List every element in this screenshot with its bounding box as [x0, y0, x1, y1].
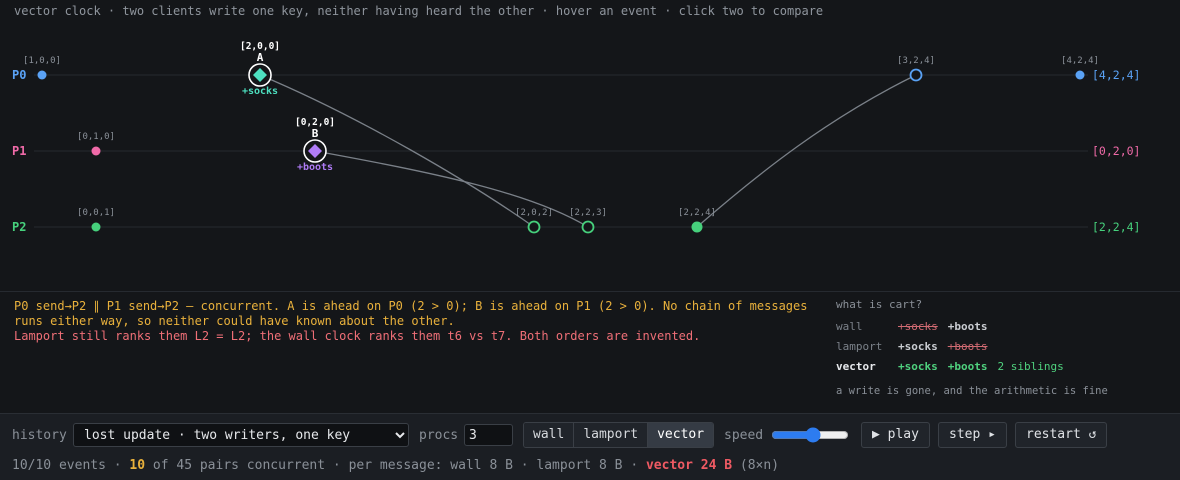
cart-row-vector: vector +socks +boots 2 siblings — [836, 360, 1166, 380]
event-vector-clock: [0,1,0] — [77, 132, 115, 142]
history-label: history — [12, 427, 67, 443]
event-vector-clock: [2,2,4] — [678, 208, 716, 218]
speed-label: speed — [724, 427, 764, 443]
concurrent-count: 10 — [129, 458, 146, 473]
event-vector-clock: [2,0,2] — [515, 208, 553, 218]
cart-item-kept: +boots — [947, 320, 988, 333]
control-bar: history lost update · two writers, one k… — [0, 413, 1180, 480]
mode-wall-button[interactable]: wall — [524, 423, 575, 447]
cart-panel: what is cart? wall +socks +boots lamport… — [836, 298, 1166, 397]
mode-vector-button[interactable]: vector — [648, 423, 714, 447]
status-line: 10/10 events · 10 of 45 pairs concurrent… — [12, 458, 780, 473]
cart-item-sibling: +boots — [947, 360, 988, 373]
event-vector-clock: [4,2,4] — [1061, 56, 1099, 66]
local-event-dot — [91, 146, 101, 156]
cart-row-label: wall — [836, 320, 863, 333]
cart-note: a write is gone, and the arithmetic is f… — [836, 385, 1108, 397]
send-event-dot — [691, 221, 703, 233]
cart-row-label: lamport — [836, 340, 883, 353]
history-select[interactable]: lost update · two writers, one key — [73, 423, 409, 447]
event-letter: B — [312, 127, 319, 140]
procs-input[interactable] — [464, 424, 513, 446]
vector-size: vector 24 B — [645, 458, 733, 473]
cart-item-sibling: +socks — [898, 360, 938, 373]
play-button[interactable]: ▶ play — [861, 422, 930, 448]
speed-slider[interactable] — [771, 427, 849, 443]
local-event-dot — [1075, 70, 1085, 80]
vector-size-note: (8×n) — [739, 458, 780, 473]
receive-event-dot — [581, 220, 595, 234]
final-vector-clock: [4,2,4] — [1092, 68, 1140, 82]
page-title: vector clock · two clients write one key… — [14, 4, 824, 18]
final-vector-clock: [0,2,0] — [1092, 144, 1140, 158]
cart-item-lost: +socks — [898, 320, 938, 333]
cart-item-lost: +boots — [947, 340, 988, 353]
event-letter: A — [257, 51, 264, 64]
spacetime-diagram: P0 [4,2,4] P1 [0,2,0] P2 [2,2,4] [1,0,0] [2,0,… — [0, 22, 1180, 290]
step-button[interactable]: step ▸ — [938, 422, 1007, 448]
receive-event-dot — [909, 68, 923, 82]
clock-mode-toggle: wall lamport vector — [523, 422, 715, 448]
spacetime-svg: P0 [4,2,4] P1 [0,2,0] P2 [2,2,4] [1,0,0] [2,0,… — [12, 41, 1140, 234]
event-write-value: +boots — [297, 162, 333, 173]
cart-item-kept: +socks — [898, 340, 938, 353]
local-event-dot — [91, 222, 101, 232]
siblings-count: 2 siblings — [997, 360, 1064, 373]
divider — [0, 291, 1180, 292]
cart-row-wall: wall +socks +boots — [836, 320, 1166, 340]
process-label: P0 — [12, 68, 26, 82]
explanation-panel: P0 send→P2 ∥ P1 send→P2 — concurrent. A … — [14, 299, 814, 344]
cart-row-label: vector — [836, 360, 876, 373]
restart-button[interactable]: restart ↺ — [1015, 422, 1108, 448]
explanation-orders: Lamport still ranks them L2 = L2; the wa… — [14, 329, 701, 343]
explanation-concurrency: P0 send→P2 ∥ P1 send→P2 — concurrent. A … — [14, 299, 808, 328]
event-vector-clock: [1,0,0] — [23, 56, 61, 66]
per-message-sizes: per message: wall 8 B · lamport 8 B · — [348, 458, 639, 473]
events-count: 10/10 events — [12, 458, 106, 473]
event-vector-clock: [2,2,3] — [569, 208, 607, 218]
cart-question: what is cart? — [836, 298, 923, 311]
receive-event-dot — [527, 220, 541, 234]
pairs-text: of 45 pairs concurrent — [152, 458, 326, 473]
event-vector-clock: [3,2,4] — [897, 56, 935, 66]
event-vector-clock: [0,0,1] — [77, 208, 115, 218]
process-label: P1 — [12, 144, 26, 158]
cart-row-lamport: lamport +socks +boots — [836, 340, 1166, 360]
process-label: P2 — [12, 220, 26, 234]
procs-label: procs — [419, 427, 459, 443]
event-write-value: +socks — [242, 86, 278, 97]
mode-lamport-button[interactable]: lamport — [574, 423, 649, 447]
final-vector-clock: [2,2,4] — [1092, 220, 1140, 234]
local-event-dot — [37, 70, 47, 80]
